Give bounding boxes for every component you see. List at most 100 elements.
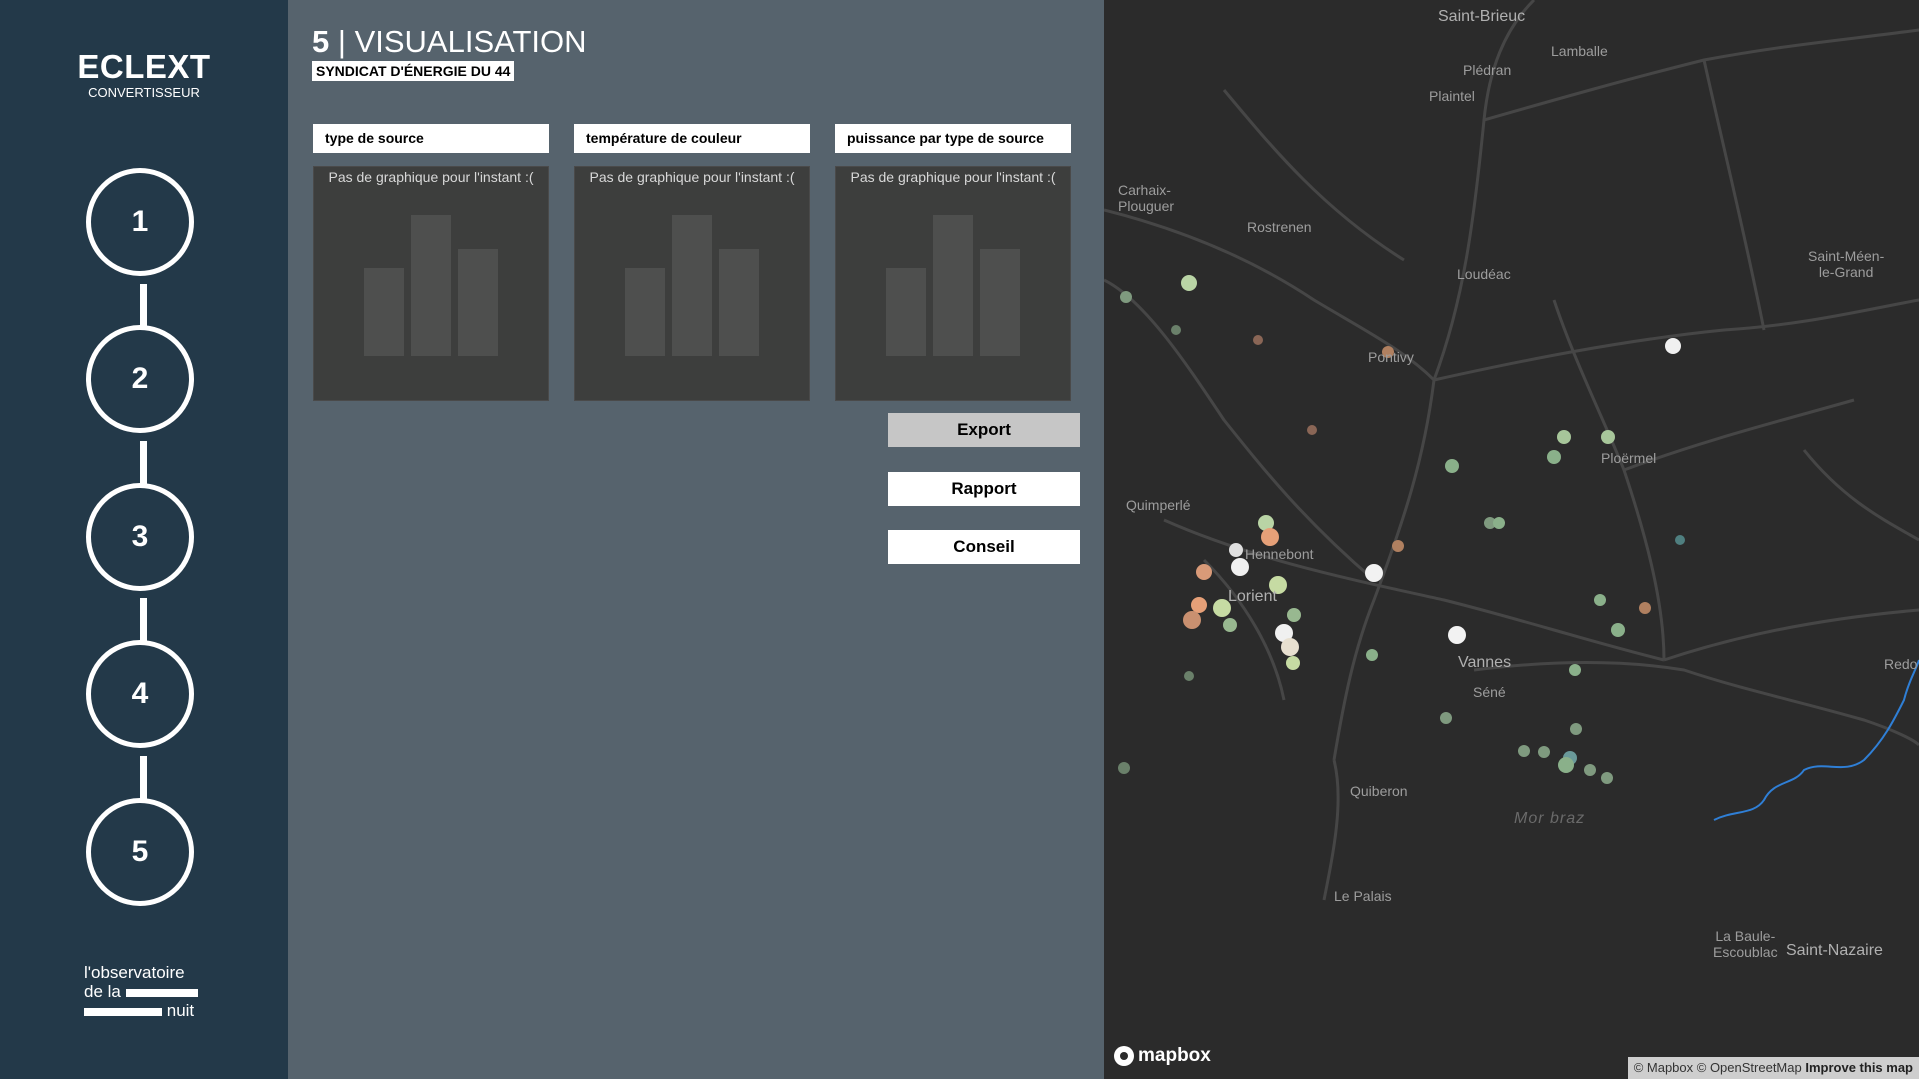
light-point <box>1639 602 1651 614</box>
light-point <box>1253 335 1263 345</box>
place-label: Lorient <box>1228 588 1277 605</box>
light-point <box>1118 762 1130 774</box>
placeholder-bar <box>625 268 665 356</box>
improve-map-link[interactable]: Improve this map <box>1805 1060 1913 1075</box>
step-3-button[interactable]: 3 <box>86 483 194 591</box>
light-point <box>1557 430 1571 444</box>
chart-label-power-per-source: puissance par type de source <box>835 124 1071 153</box>
light-point <box>1570 723 1582 735</box>
place-label: Plaintel <box>1429 88 1475 104</box>
road <box>1104 278 1375 582</box>
place-label: Le Palais <box>1334 888 1392 904</box>
light-point <box>1287 608 1301 622</box>
place-label: Carhaix- Plouguer <box>1118 182 1175 214</box>
light-point <box>1171 325 1181 335</box>
light-point <box>1261 528 1279 546</box>
attribution-text[interactable]: © Mapbox © OpenStreetMap <box>1634 1060 1802 1075</box>
place-label: Ploërmel <box>1601 450 1657 466</box>
place-label: Quimperlé <box>1126 497 1191 513</box>
light-point <box>1493 517 1505 529</box>
observatoire-logo: l'observatoire de la nuit <box>84 963 198 1020</box>
step-4-button[interactable]: 4 <box>86 640 194 748</box>
page-title: 5 | VISUALISATION <box>312 24 587 60</box>
light-point <box>1611 623 1625 637</box>
chart-label-color-temperature: température de couleur <box>574 124 810 153</box>
title-text: VISUALISATION <box>354 24 587 59</box>
light-point <box>1445 459 1459 473</box>
light-point <box>1601 772 1613 784</box>
place-label: Saint-Méen- le-Grand <box>1808 248 1885 280</box>
placeholder-bar <box>933 215 973 356</box>
placeholder-bar <box>672 215 712 356</box>
brand-subtitle: CONVERTISSEUR <box>88 85 200 100</box>
road <box>1802 449 1919 542</box>
light-point <box>1223 618 1237 632</box>
light-point <box>1120 291 1132 303</box>
step-number: 5 <box>312 24 330 59</box>
light-point <box>1286 656 1300 670</box>
light-point <box>1307 425 1317 435</box>
light-point <box>1665 338 1681 354</box>
mapbox-wordmark: mapbox <box>1138 1045 1211 1066</box>
step-5-button[interactable]: 5 <box>86 798 194 906</box>
road <box>1483 28 1919 122</box>
chart-placeholder-source-type: Pas de graphique pour l'instant :( <box>313 166 549 401</box>
light-point <box>1366 649 1378 661</box>
step-1-button[interactable]: 1 <box>86 168 194 276</box>
road <box>1473 661 1919 747</box>
light-point <box>1594 594 1606 606</box>
light-point <box>1518 745 1530 757</box>
light-point <box>1181 275 1197 291</box>
light-point <box>1281 638 1299 656</box>
chart-placeholder-power-per-source: Pas de graphique pour l'instant :( <box>835 166 1071 401</box>
light-point <box>1584 764 1596 776</box>
place-label: Hennebont <box>1245 546 1314 562</box>
map-canvas <box>1104 0 1919 901</box>
chart-placeholder-color-temperature: Pas de graphique pour l'instant :( <box>574 166 810 401</box>
map[interactable]: Saint-Brieuc Lamballe Plédran Plaintel C… <box>1104 0 1919 1079</box>
brand-name: ECLEXT <box>77 48 211 85</box>
road <box>1432 0 1536 381</box>
place-label: Loudéac <box>1457 266 1511 282</box>
sidebar: ECLEXT CONVERTISSEUR 1 2 3 4 5 l'observa… <box>0 0 288 1079</box>
road <box>1322 759 1340 901</box>
export-button[interactable]: Export <box>888 413 1080 447</box>
placeholder-bar <box>719 249 759 356</box>
logo-line-3: nuit <box>166 1001 195 1020</box>
place-label: Saint-Nazaire <box>1786 942 1883 959</box>
logo-bar <box>125 988 198 997</box>
conseil-button[interactable]: Conseil <box>888 530 1080 564</box>
place-label: Rostrenen <box>1247 219 1312 235</box>
placeholder-bar <box>886 268 926 356</box>
step-connector <box>140 284 147 329</box>
light-point <box>1569 664 1581 676</box>
mapbox-logo[interactable]: mapbox <box>1114 1045 1211 1067</box>
road <box>1332 379 1436 761</box>
main-panel: 5 | VISUALISATION SYNDICAT D'ÉNERGIE DU … <box>288 0 1104 1079</box>
place-label: La Baule- Escoublac <box>1713 928 1778 960</box>
step-2-button[interactable]: 2 <box>86 325 194 433</box>
step-connector <box>140 756 147 801</box>
place-label: Redo <box>1884 656 1918 672</box>
logo-bar <box>84 1007 162 1016</box>
road <box>1623 398 1855 472</box>
light-point <box>1196 564 1212 580</box>
logo-line-1: l'observatoire <box>84 963 185 982</box>
title-separator: | <box>337 24 346 59</box>
road <box>1702 59 1766 331</box>
logo-line-2: de la <box>84 982 121 1001</box>
light-point <box>1675 535 1685 545</box>
place-label: Quiberon <box>1350 783 1408 799</box>
placeholder-bar <box>458 249 498 356</box>
place-label: Plédran <box>1463 62 1512 78</box>
empty-chart-message: Pas de graphique pour l'instant :( <box>589 169 795 185</box>
map-attribution: © Mapbox © OpenStreetMap Improve this ma… <box>1627 1057 1919 1079</box>
placeholder-bar <box>980 249 1020 356</box>
road <box>1663 608 1919 662</box>
light-point <box>1191 597 1207 613</box>
light-point <box>1558 757 1574 773</box>
brand: ECLEXT CONVERTISSEUR <box>0 50 288 101</box>
rapport-button[interactable]: Rapport <box>888 472 1080 506</box>
chart-label-source-type: type de source <box>313 124 549 153</box>
light-point <box>1229 543 1243 557</box>
